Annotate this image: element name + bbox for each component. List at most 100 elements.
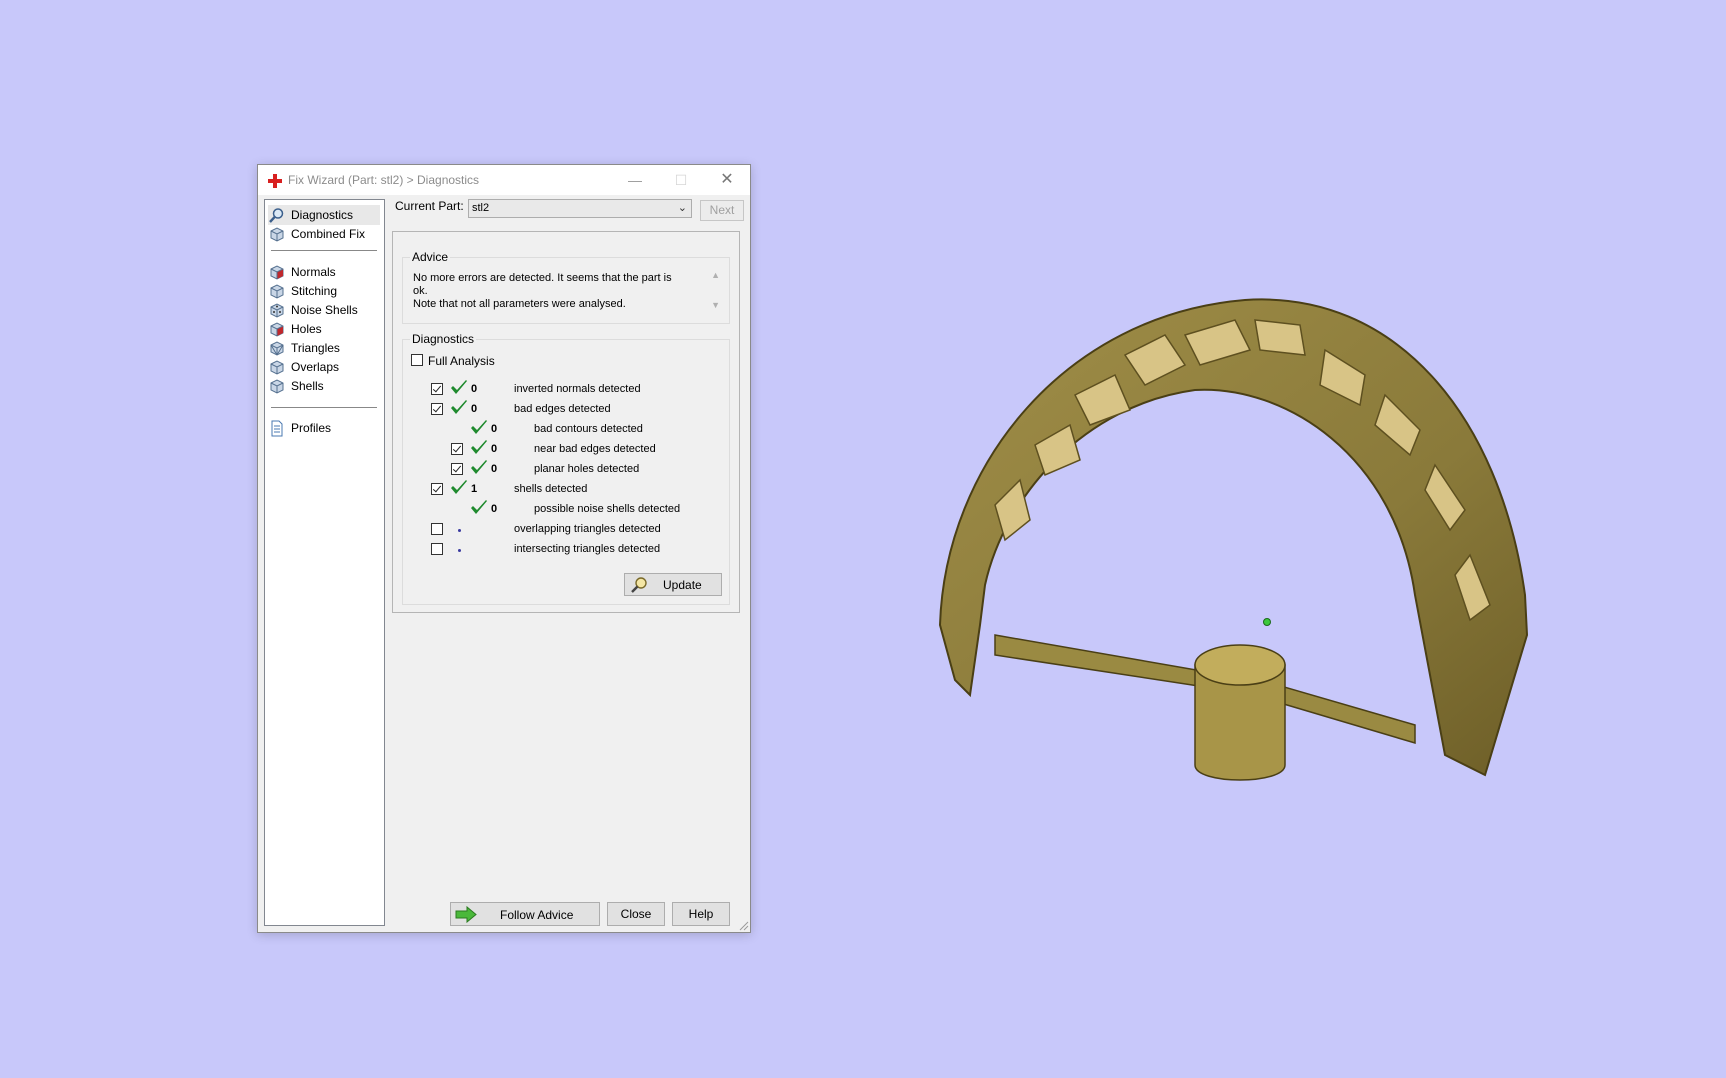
update-button[interactable]: Update: [624, 573, 722, 596]
magnifier-icon: [631, 577, 647, 593]
stitching-cube-icon: [270, 283, 284, 299]
lattice-dome-model[interactable]: [925, 295, 1625, 865]
nav-item-profiles[interactable]: Profiles: [268, 418, 380, 438]
nav-item-stitching[interactable]: Stitching: [268, 281, 380, 301]
green-check-icon: [471, 440, 487, 454]
next-button[interactable]: Next: [700, 200, 744, 221]
follow-advice-button[interactable]: Follow Advice: [450, 902, 600, 926]
nav-item-label: Stitching: [291, 284, 338, 298]
full-analysis-checkbox[interactable]: [411, 354, 423, 366]
shells-label: shells detected: [514, 483, 588, 495]
noise-shells-count: 0: [491, 503, 498, 515]
current-part-dropdown[interactable]: stl2 ⌄: [468, 199, 692, 218]
intersecting-triangles-label: intersecting triangles detected: [514, 543, 661, 555]
nav-item-label: Holes: [291, 322, 322, 336]
planar-holes-label: planar holes detected: [534, 463, 640, 475]
planar-holes-checkbox[interactable]: [451, 463, 463, 475]
overlapping-triangles-checkbox[interactable]: [431, 523, 443, 535]
update-label: Update: [663, 578, 702, 592]
nav-item-triangles[interactable]: Triangles: [268, 338, 380, 358]
not-analysed-dot-icon: [458, 549, 461, 552]
normals-cube-icon: [270, 264, 284, 280]
advice-line-1: No more errors are detected. It seems th…: [413, 272, 672, 297]
inverted-normals-label: inverted normals detected: [514, 383, 641, 395]
nav-item-diagnostics[interactable]: Diagnostics: [268, 205, 380, 225]
green-arrow-icon: [455, 906, 477, 923]
nav-item-combined-fix[interactable]: Combined Fix: [268, 224, 380, 244]
rotation-pivot-point: [1263, 618, 1271, 626]
overlapping-triangles-label: overlapping triangles detected: [514, 523, 661, 535]
nav-item-label: Noise Shells: [291, 303, 358, 317]
not-analysed-dot-icon: [458, 529, 461, 532]
scroll-up-icon[interactable]: ▲: [711, 270, 720, 280]
minimize-button[interactable]: —: [612, 165, 658, 195]
nav-item-normals[interactable]: Normals: [268, 262, 380, 282]
maximize-button[interactable]: ☐: [658, 165, 704, 195]
near-bad-edges-label: near bad edges detected: [534, 443, 656, 455]
green-check-icon: [451, 400, 467, 414]
advice-text: No more errors are detected. It seems th…: [413, 272, 683, 311]
nav-item-label: Combined Fix: [291, 227, 366, 241]
green-check-icon: [471, 420, 487, 434]
nav-separator: [271, 250, 377, 252]
nav-item-shells[interactable]: Shells: [268, 376, 380, 396]
fix-wizard-dialog: Fix Wizard (Part: stl2) > Diagnostics — …: [257, 164, 751, 933]
green-check-icon: [471, 500, 487, 514]
shells-cube-icon: [270, 378, 284, 394]
nav-item-label: Profiles: [291, 421, 332, 435]
near-bad-edges-checkbox[interactable]: [451, 443, 463, 455]
advice-line-2: Note that not all parameters were analys…: [413, 298, 626, 310]
scroll-down-icon[interactable]: ▼: [711, 300, 720, 310]
window-title: Fix Wizard (Part: stl2) > Diagnostics: [288, 173, 480, 187]
follow-advice-label: Follow Advice: [500, 908, 574, 922]
noise-shells-label: possible noise shells detected: [534, 503, 681, 515]
bad-edges-label: bad edges detected: [514, 403, 611, 415]
current-part-value: stl2: [472, 202, 490, 214]
near-bad-edges-count: 0: [491, 443, 498, 455]
diagnostics-group: Diagnostics Full Analysis 0 inverted nor…: [402, 332, 730, 605]
nav-item-label: Normals: [291, 265, 336, 279]
wizard-navigation: Diagnostics Combined Fix Normals Stitchi…: [264, 199, 385, 926]
intersecting-triangles-checkbox[interactable]: [431, 543, 443, 555]
nav-item-label: Shells: [291, 379, 324, 393]
shells-count: 1: [471, 483, 478, 495]
red-cross-icon: [268, 174, 282, 188]
advice-group: Advice No more errors are detected. It s…: [402, 250, 730, 324]
inverted-normals-count: 0: [471, 383, 478, 395]
holes-cube-icon: [270, 321, 284, 337]
triangles-cube-icon: [270, 340, 284, 356]
profiles-document-icon: [271, 420, 283, 436]
inverted-normals-checkbox[interactable]: [431, 383, 443, 395]
nav-item-label: Triangles: [291, 341, 340, 355]
nav-item-label: Overlaps: [291, 360, 340, 374]
current-part-label: Current Part:: [395, 199, 464, 213]
nav-item-noise-shells[interactable]: Noise Shells: [268, 300, 380, 320]
overlaps-cube-icon: [270, 359, 284, 375]
nav-item-label: Diagnostics: [291, 208, 354, 222]
green-check-icon: [471, 460, 487, 474]
full-analysis-label: Full Analysis: [428, 354, 495, 368]
nav-separator: [271, 407, 377, 409]
close-button[interactable]: Close: [607, 902, 665, 926]
diagnostics-title: Diagnostics: [410, 332, 477, 346]
bad-contours-count: 0: [491, 423, 498, 435]
title-bar[interactable]: Fix Wizard (Part: stl2) > Diagnostics — …: [258, 165, 750, 195]
diagnostics-magnifier-icon: [269, 207, 284, 223]
help-button[interactable]: Help: [672, 902, 730, 926]
green-check-icon: [451, 480, 467, 494]
close-window-button[interactable]: ✕: [704, 165, 750, 195]
shells-checkbox[interactable]: [431, 483, 443, 495]
chevron-down-icon: ⌄: [677, 202, 687, 214]
planar-holes-count: 0: [491, 463, 498, 475]
nav-item-holes[interactable]: Holes: [268, 319, 380, 339]
nav-item-overlaps[interactable]: Overlaps: [268, 357, 380, 377]
bad-edges-count: 0: [471, 403, 478, 415]
bad-edges-checkbox[interactable]: [431, 403, 443, 415]
green-check-icon: [451, 380, 467, 394]
combined-fix-cube-icon: [270, 226, 284, 242]
diagnostics-panel: Advice No more errors are detected. It s…: [392, 231, 740, 613]
bad-contours-label: bad contours detected: [534, 423, 643, 435]
advice-title: Advice: [410, 250, 451, 264]
resize-grip-icon[interactable]: [739, 921, 749, 931]
noise-shells-dice-icon: [270, 302, 284, 318]
